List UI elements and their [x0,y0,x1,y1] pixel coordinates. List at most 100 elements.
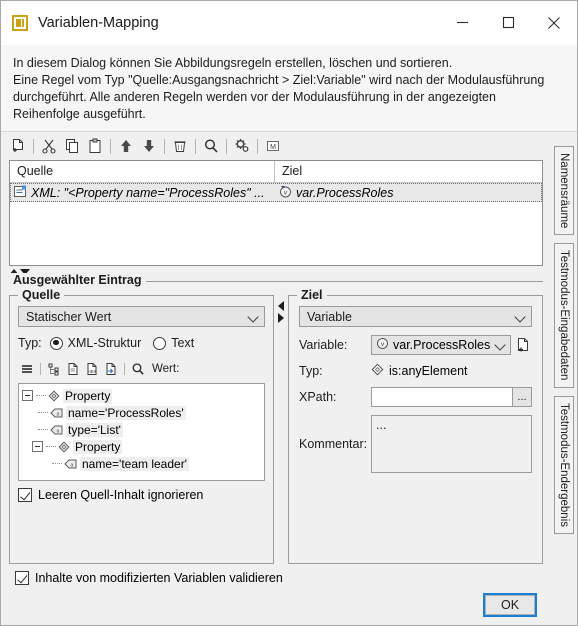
rules-toolbar: M [1,132,551,160]
xpath-browse-button[interactable]: ... [512,387,532,407]
chevron-down-icon [248,311,260,323]
chevron-down-icon [515,311,527,323]
tree-connector [36,394,46,397]
copy-icon[interactable] [61,135,83,157]
radio-xml-struktur-label: XML-Struktur [67,336,142,350]
toolbar-separator [257,138,258,154]
search-icon[interactable] [129,360,147,378]
tree-node[interactable]: a name='ProcessRoles' [22,404,262,421]
wert-label: Wert: [152,363,180,375]
collapse-icon[interactable] [22,390,33,401]
target-variable-row: Variable: v var.ProcessRoles [299,335,532,355]
new-variable-button[interactable] [515,336,532,355]
target-kommentar-label: Kommentar: [299,437,368,451]
column-header-ziel[interactable]: Ziel [275,161,542,182]
variable-icon: v [279,185,292,201]
document-icon[interactable] [64,360,82,378]
validate-checkbox[interactable] [15,571,29,585]
target-variable-value: var.ProcessRoles [393,338,491,352]
splitter-left-arrow-icon[interactable] [278,301,284,311]
source-type-combo-value: Statischer Wert [26,309,112,324]
selected-entry-group: Ausgewählter Eintrag Quelle Statischer W… [9,273,543,564]
cell-quelle-text: XML: "<Property name="ProcessRoles" ... [31,185,265,200]
source-type-combo[interactable]: Statischer Wert [18,306,265,327]
detail-panels: Quelle Statischer Wert Typ: XML-Struktur… [9,282,543,564]
side-tab-namensraeume[interactable]: Namensräume [554,146,574,236]
source-panel-title: Quelle [18,288,65,302]
ignore-empty-source-checkbox[interactable] [18,488,32,502]
import-document-icon[interactable] [102,360,120,378]
ok-button[interactable]: OK [483,593,537,617]
target-xpath-label: XPath: [299,390,337,404]
close-button[interactable] [531,2,577,44]
target-typ-label: Typ: [299,364,323,378]
target-panel: Ziel Variable Variable: v var.ProcessRol… [288,288,543,564]
ignore-empty-source-row[interactable]: Leeren Quell-Inhalt ignorieren [18,488,265,502]
source-typ-row: Typ: XML-Struktur Text [18,336,265,350]
search-icon[interactable] [200,135,222,157]
cell-ziel: v var.ProcessRoles [275,185,542,201]
selected-entry-title: Ausgewählter Eintrag [9,273,146,287]
validate-row[interactable]: Inhalte von modifizierten Variablen vali… [1,564,551,585]
paste-icon[interactable] [84,135,106,157]
xpath-input[interactable] [371,387,513,407]
move-up-icon[interactable] [115,135,137,157]
collapse-icon[interactable] [32,441,43,452]
element-type-icon [371,363,384,379]
target-typ-value-wrap: is:anyElement [371,363,468,379]
dialog-footer: OK [1,585,551,625]
tree-node-label: Property [63,388,113,403]
kommentar-textarea[interactable]: ... [371,415,532,473]
module-icon[interactable]: M [262,135,284,157]
variable-icon: v [376,337,389,353]
vertical-splitter[interactable] [274,295,288,564]
mini-toolbar-separator [124,363,125,375]
xml-document-icon [14,185,27,201]
tree-node[interactable]: a name='team leader' [22,455,262,472]
target-type-combo[interactable]: Variable [299,306,532,327]
chevron-down-icon [495,339,507,351]
toolbar-separator [195,138,196,154]
radio-text[interactable] [153,336,167,350]
window-icon [12,14,28,31]
cell-quelle: XML: "<Property name="ProcessRoles" ... [10,185,275,201]
mapping-rules-table[interactable]: Quelle Ziel XML: "<Property name="Proces… [9,160,543,266]
list-view-icon[interactable] [18,360,36,378]
tree-node[interactable]: Property [22,438,262,455]
side-tab-testmodus-eingabedaten[interactable]: Testmodus-Eingabedaten [554,243,574,388]
target-type-combo-value: Variable [307,309,352,324]
column-header-quelle[interactable]: Quelle [10,161,275,182]
minimize-button[interactable] [439,2,485,44]
delete-icon[interactable] [169,135,191,157]
target-panel-title: Ziel [297,288,327,302]
tree-node[interactable]: a type='List' [22,421,262,438]
table-row[interactable]: XML: "<Property name="ProcessRoles" ... … [10,183,542,202]
settings-icon[interactable] [231,135,253,157]
tree-node-label: name='team leader' [80,456,189,471]
dialog-description: In diesem Dialog können Sie Abbildungsre… [1,45,577,132]
hex-document-icon[interactable]: HEX [83,360,101,378]
description-line-2: Eine Regel vom Typ "Quelle:Ausgangsnachr… [13,73,545,121]
splitter-right-arrow-icon[interactable] [278,313,284,323]
side-tab-testmodus-endergebnis[interactable]: Testmodus-Endergebnis [554,395,574,534]
validate-label: Inhalte von modifizierten Variablen vali… [35,571,283,585]
radio-xml-struktur[interactable] [49,336,63,350]
maximize-button[interactable] [485,2,531,44]
attribute-icon: a [50,424,63,436]
source-panel: Quelle Statischer Wert Typ: XML-Struktur… [9,288,274,564]
tree-node[interactable]: Property [22,387,262,404]
cut-icon[interactable] [38,135,60,157]
new-rule-icon[interactable] [7,135,29,157]
attribute-icon: a [64,458,77,470]
move-down-icon[interactable] [138,135,160,157]
tree-node-label: type='List' [66,422,123,437]
svg-text:a: a [71,462,74,468]
tree-view-icon[interactable] [45,360,63,378]
element-icon [58,440,70,453]
target-variable-combo[interactable]: v var.ProcessRoles [371,335,511,355]
dialog-body: M Quelle Ziel XML: "<Property name="Proc… [1,132,577,625]
ignore-empty-source-label: Leeren Quell-Inhalt ignorieren [38,488,204,502]
source-xml-tree[interactable]: Property a name='ProcessRoles' a type='L… [18,383,265,481]
svg-text:M: M [270,144,276,151]
tree-connector [38,411,48,414]
